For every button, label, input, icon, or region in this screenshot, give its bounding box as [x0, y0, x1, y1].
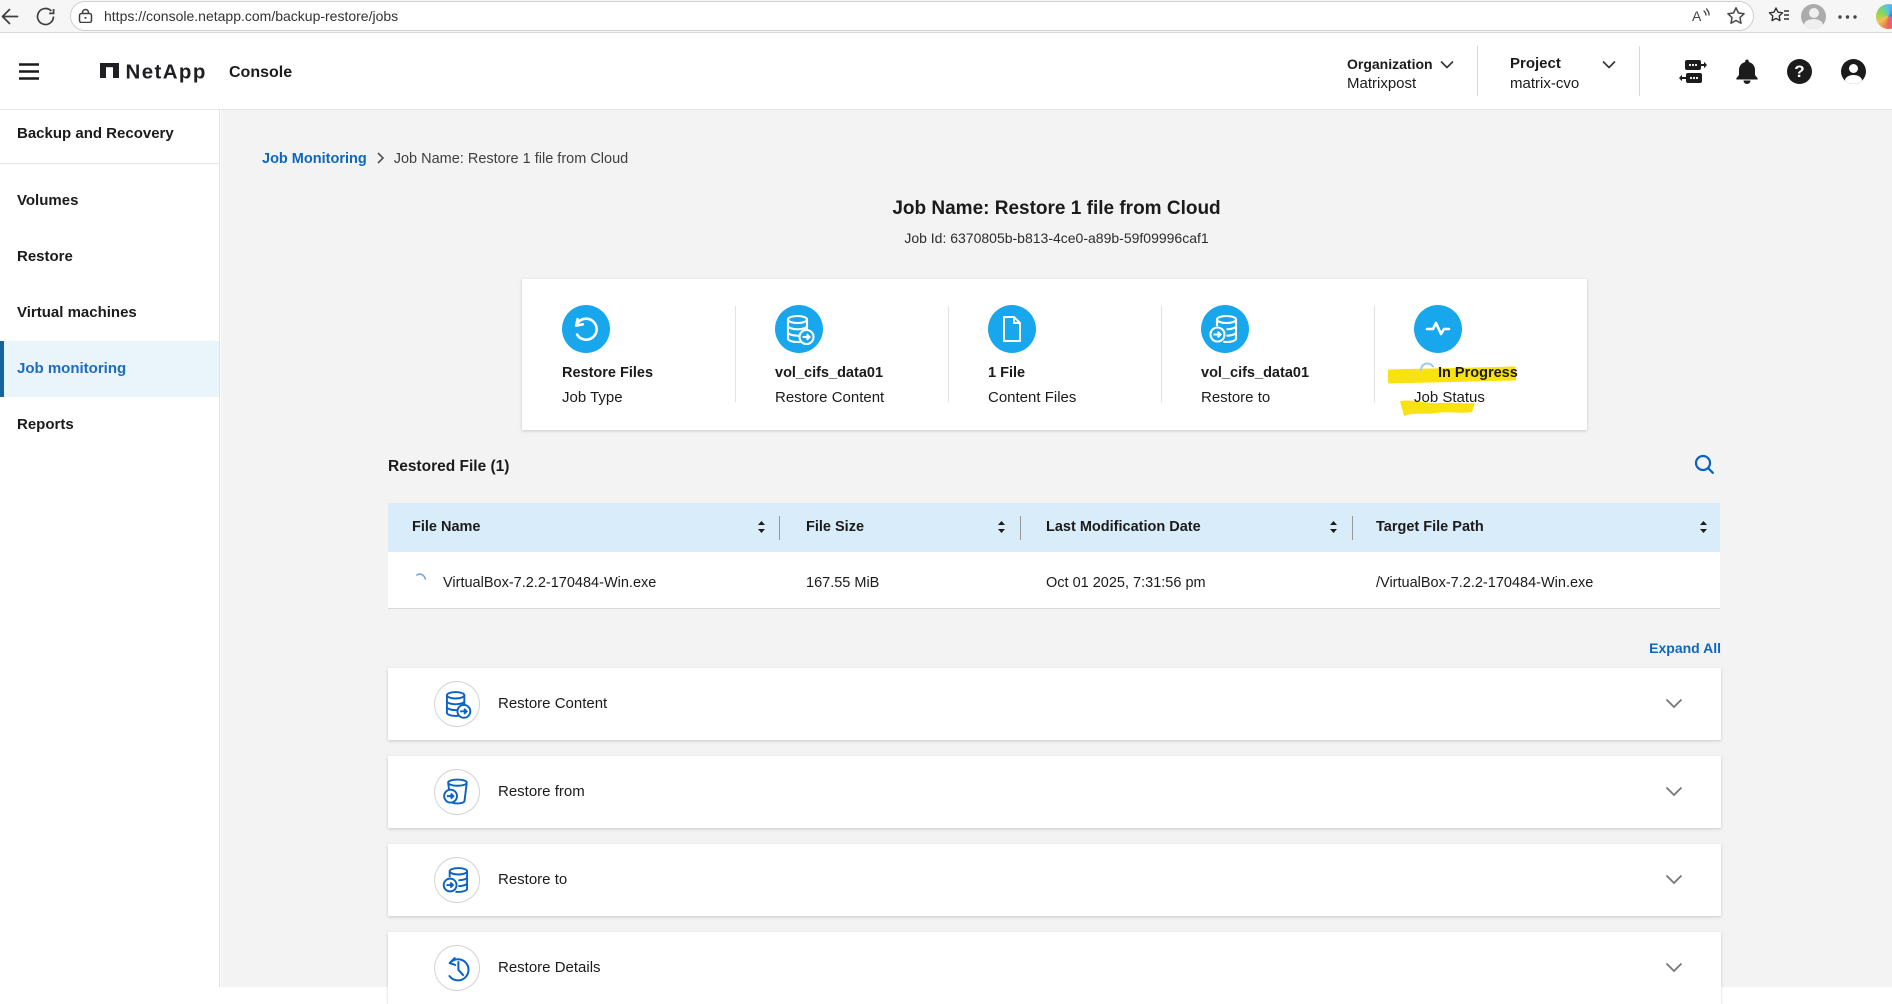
svg-text:NetApp: NetApp [126, 63, 207, 83]
svg-text:A: A [1692, 8, 1702, 24]
svg-text:?: ? [1794, 62, 1804, 81]
